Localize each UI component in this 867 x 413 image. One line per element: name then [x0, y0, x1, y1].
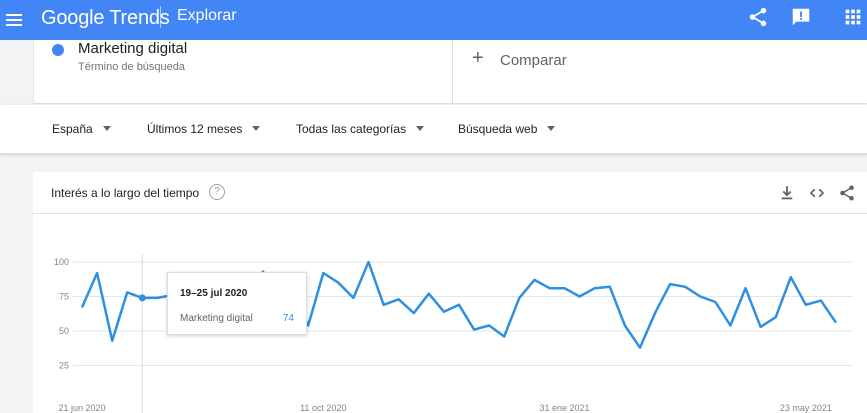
chevron-down-icon — [416, 126, 425, 132]
search-type-label: Búsqueda web — [458, 122, 538, 136]
x-tick-label: 11 oct 2020 — [300, 403, 346, 413]
interest-over-time-card: Interés a lo largo del tiempo ? 100 75 50 2… — [33, 172, 867, 413]
google-trends-logo[interactable]: Google Trends — [41, 7, 170, 30]
panel-divider — [452, 40, 453, 104]
interest-line-chart[interactable]: 100 75 50 25 21 jun 2020 11 oct 2020 31 ene 20… — [33, 172, 867, 413]
apps-icon[interactable] — [842, 6, 864, 28]
period-dropdown[interactable]: Últimos 12 meses — [147, 122, 261, 138]
chart-tooltip: 19–25 jul 2020 Marketing digital 74 — [167, 272, 307, 335]
chevron-down-icon — [102, 126, 111, 132]
search-term-type: Término de búsqueda — [78, 61, 186, 73]
filters-bar: España Últimos 12 meses Todas las catego… — [0, 105, 867, 154]
search-term[interactable]: Marketing digital — [78, 40, 187, 57]
y-tick-label: 75 — [59, 292, 69, 302]
chevron-down-icon — [547, 126, 556, 132]
y-tick-label: 100 — [54, 257, 69, 267]
app-header: Google Trends Explorar — [0, 0, 867, 40]
chevron-down-icon — [252, 126, 261, 132]
search-terms-panel: Marketing digital Término de búsqueda + … — [33, 40, 867, 104]
y-tick-label: 25 — [59, 361, 69, 371]
period-label: Últimos 12 meses — [147, 122, 243, 136]
feedback-icon[interactable] — [790, 6, 812, 28]
x-tick-label: 23 may 2021 — [780, 403, 832, 413]
category-label: Todas las categorías — [296, 122, 407, 136]
tooltip-date: 19–25 jul 2020 — [180, 288, 248, 299]
plus-icon: + — [472, 47, 484, 69]
search-type-dropdown[interactable]: Búsqueda web — [458, 122, 556, 138]
share-icon[interactable] — [747, 6, 769, 28]
x-tick-label: 31 ene 2021 — [540, 403, 590, 413]
page-title: Explorar — [177, 7, 237, 24]
category-dropdown[interactable]: Todas las categorías — [296, 122, 425, 138]
region-label: España — [52, 122, 93, 136]
compare-label: Comparar — [500, 52, 567, 69]
region-dropdown[interactable]: España — [52, 122, 111, 138]
hovered-data-point — [138, 294, 146, 302]
y-tick-label: 50 — [59, 326, 69, 336]
menu-icon[interactable] — [4, 8, 24, 30]
series-color-dot — [52, 44, 64, 56]
tooltip-term: Marketing digital — [180, 313, 253, 324]
header-divider — [160, 6, 161, 28]
tooltip-value: 74 — [282, 313, 294, 324]
x-tick-label: 21 jun 2020 — [58, 403, 105, 413]
